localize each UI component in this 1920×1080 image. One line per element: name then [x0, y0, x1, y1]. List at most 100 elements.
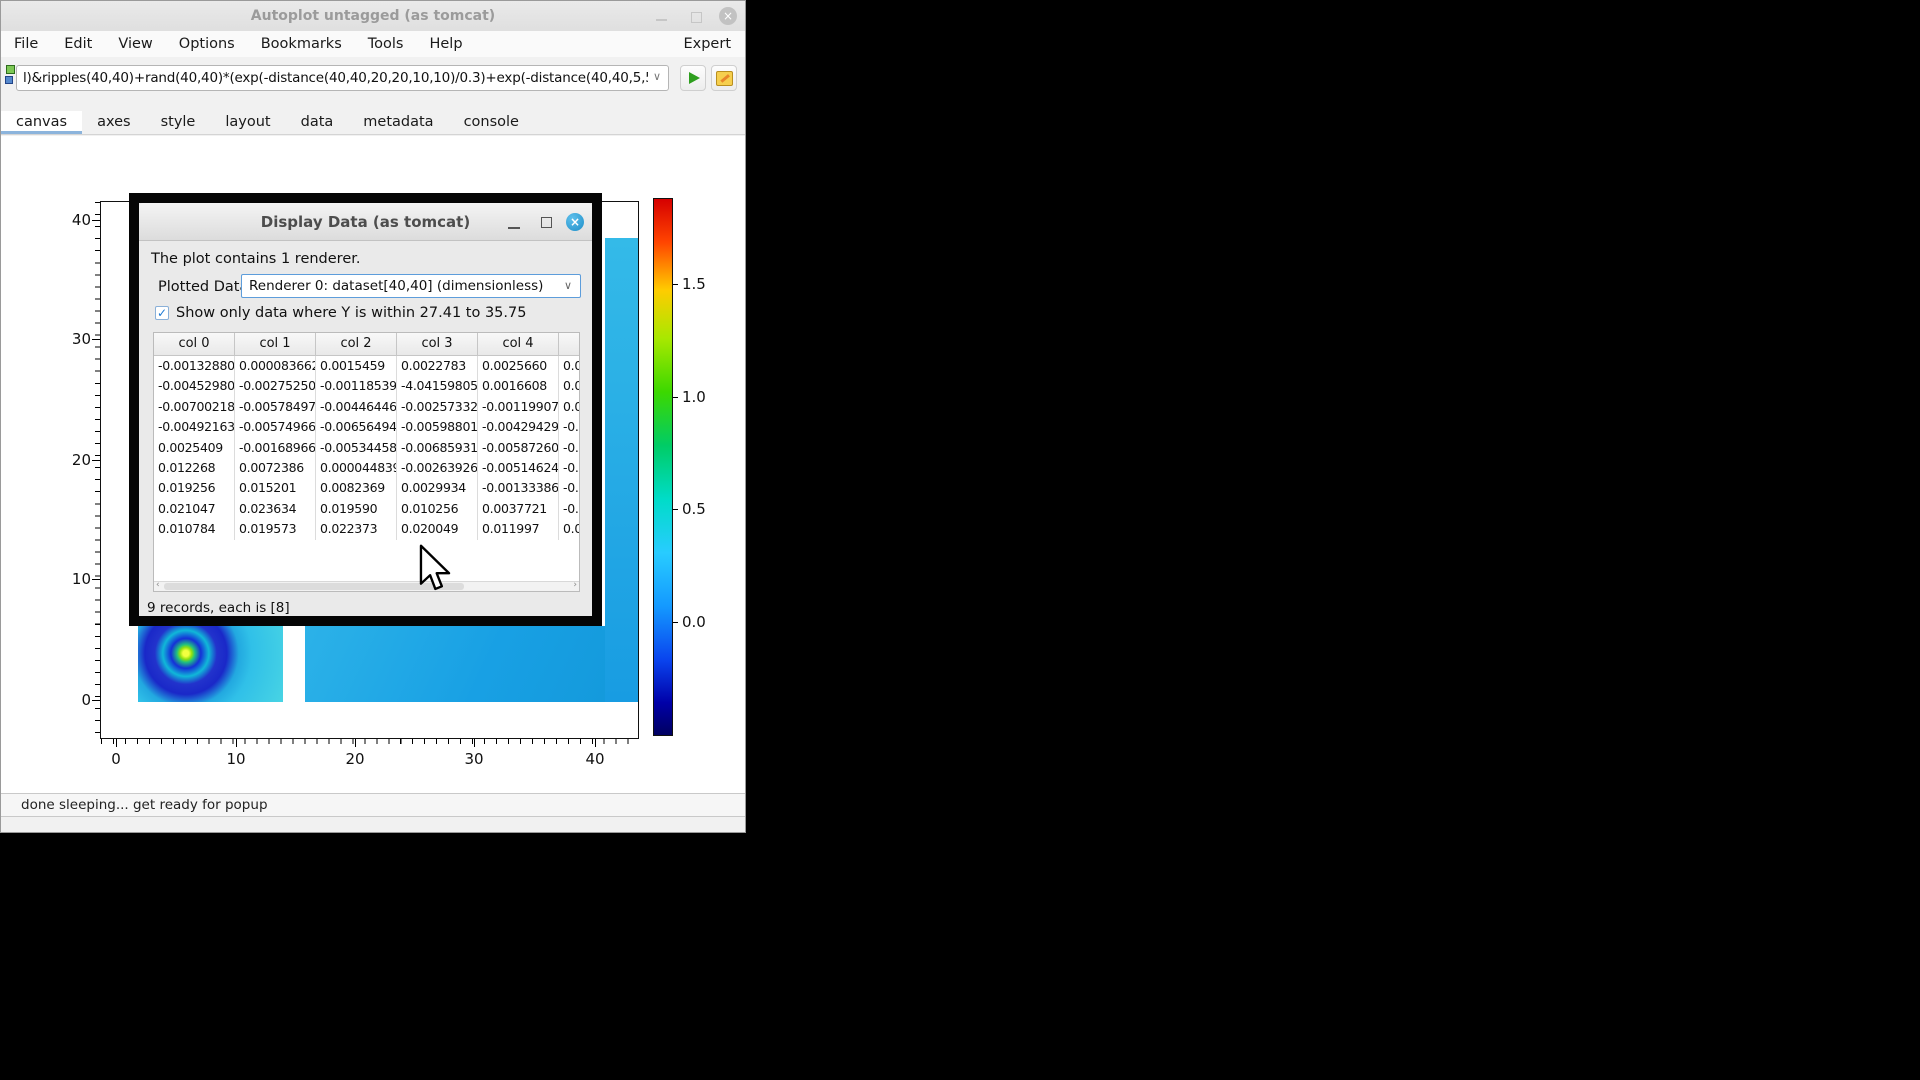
- table-row: 0.0210470.0236340.0195900.0102560.003772…: [154, 499, 579, 519]
- renderer-count-text: The plot contains 1 renderer.: [151, 251, 360, 267]
- x-tick-label: 0: [94, 750, 138, 768]
- menu-item-tools[interactable]: Tools: [355, 31, 417, 57]
- table-cell: -0.00452980...: [154, 376, 235, 396]
- menu-item-help[interactable]: Help: [416, 31, 475, 57]
- table-cell: 0.0037721: [478, 499, 559, 519]
- tab-canvas[interactable]: canvas: [1, 111, 82, 134]
- table-row: 0.0192560.0152010.00823690.0029934-0.001…: [154, 478, 579, 498]
- x-tick-label: 10: [214, 750, 258, 768]
- table-cell: 0.00: [559, 397, 580, 417]
- table-cell: -0.0: [559, 458, 580, 478]
- plotted-data-label: Plotted Data:: [158, 279, 253, 295]
- table-cell: 0.019573: [235, 519, 316, 539]
- x-major-tick: [355, 739, 356, 747]
- x-axis-minor-ticks: [101, 739, 639, 744]
- y-major-tick: [92, 700, 100, 701]
- uri-input[interactable]: [16, 65, 669, 91]
- inspect-uri-button[interactable]: [711, 65, 737, 91]
- table-cell: -0.00700218...: [154, 397, 235, 417]
- dialog-title: Display Data (as tomcat): [139, 203, 592, 241]
- table-cell: -0.0: [559, 438, 580, 458]
- table-cell: 0.0015459: [316, 356, 397, 376]
- expert-toggle[interactable]: Expert: [683, 31, 731, 57]
- table-cell: 0.019590: [316, 499, 397, 519]
- mouse-cursor-icon: [419, 544, 453, 592]
- scroll-left-icon[interactable]: ‹: [156, 580, 160, 590]
- window-title: Autoplot untagged (as tomcat): [1, 1, 745, 31]
- tab-metadata[interactable]: metadata: [348, 111, 448, 134]
- menu-item-view[interactable]: View: [105, 31, 165, 57]
- filter-checkbox[interactable]: ✓: [155, 306, 169, 320]
- maximize-icon[interactable]: [691, 12, 702, 23]
- colorbar-tick: [673, 622, 678, 623]
- table-cell: -0.00587260...: [478, 438, 559, 458]
- dialog-maximize-icon[interactable]: [541, 217, 552, 228]
- table-column-header-col-4: col 4: [478, 333, 559, 356]
- x-major-tick: [595, 739, 596, 747]
- plotted-data-select[interactable]: Renderer 0: dataset[40,40] (dimensionles…: [241, 274, 581, 298]
- data-table[interactable]: col 0col 1col 2col 3col 4 -0.00132880...…: [153, 332, 580, 592]
- table-cell: 0.000083662: [235, 356, 316, 376]
- menu-item-file[interactable]: File: [1, 31, 51, 57]
- table-cell: -0.00685931...: [397, 438, 478, 458]
- uri-dropdown-icon[interactable]: ∨: [653, 70, 661, 83]
- menu-items: FileEditViewOptionsBookmarksToolsHelp: [1, 31, 476, 57]
- table-cell: -0.0: [559, 499, 580, 519]
- plotted-data-value: Renderer 0: dataset[40,40] (dimensionles…: [249, 278, 543, 294]
- table-row: -0.00132880...0.0000836620.00154590.0022…: [154, 356, 579, 376]
- horizontal-scrollbar[interactable]: ‹ ›: [154, 581, 579, 591]
- tab-console[interactable]: console: [449, 111, 534, 134]
- table-cell: -0.00514624...: [478, 458, 559, 478]
- x-major-tick: [116, 739, 117, 747]
- table-body: -0.00132880...0.0000836620.00154590.0022…: [154, 356, 579, 540]
- table-cell: -0.00132880...: [154, 356, 235, 376]
- y-major-tick: [92, 579, 100, 580]
- tab-style[interactable]: style: [146, 111, 211, 134]
- y-axis-minor-ticks: [95, 202, 100, 739]
- menu-item-edit[interactable]: Edit: [51, 31, 105, 57]
- autoplot-window: Autoplot untagged (as tomcat) × FileEdit…: [0, 0, 746, 833]
- minimize-icon[interactable]: [656, 19, 667, 21]
- x-major-tick: [474, 739, 475, 747]
- colorbar-tick-label: 1.0: [682, 388, 722, 406]
- table-column-header-partial: [559, 333, 580, 356]
- table-cell: 0.020049: [397, 519, 478, 539]
- table-cell: -0.0: [559, 478, 580, 498]
- table-cell: 0.010256: [397, 499, 478, 519]
- close-icon[interactable]: ×: [719, 7, 737, 25]
- tab-axes[interactable]: axes: [82, 111, 146, 134]
- plot-element-indicator-icon[interactable]: [6, 65, 15, 74]
- table-row: 0.0025409-0.00168966...-0.00534458...-0.…: [154, 438, 579, 458]
- table-cell: -0.00429429...: [478, 417, 559, 437]
- table-row: 0.0122680.00723860.000044839-0.00263926.…: [154, 458, 579, 478]
- y-major-tick: [92, 460, 100, 461]
- data-source-indicator-icon[interactable]: [5, 76, 13, 84]
- colorbar-tick-label: 0.0: [682, 613, 722, 631]
- dialog-titlebar[interactable]: Display Data (as tomcat) ×: [139, 203, 592, 241]
- colorbar-tick: [673, 509, 678, 510]
- filter-checkbox-label: Show only data where Y is within 27.41 t…: [176, 305, 596, 321]
- dialog-minimize-icon[interactable]: [508, 227, 520, 229]
- go-button[interactable]: [680, 65, 706, 91]
- menu-item-options[interactable]: Options: [166, 31, 248, 57]
- menu-bar: FileEditViewOptionsBookmarksToolsHelp Ex…: [1, 31, 745, 57]
- y-tick-label: 0: [55, 691, 91, 709]
- tab-layout[interactable]: layout: [210, 111, 285, 134]
- scroll-right-icon[interactable]: ›: [573, 580, 577, 590]
- tab-data[interactable]: data: [286, 111, 349, 134]
- table-cell: 0.0029934: [397, 478, 478, 498]
- table-cell: 0.019256: [154, 478, 235, 498]
- table-cell: 0.011997: [478, 519, 559, 539]
- colorbar-tick: [673, 397, 678, 398]
- table-cell: -0.00118539...: [316, 376, 397, 396]
- table-cell: 0.010784: [154, 519, 235, 539]
- dialog-close-icon[interactable]: ×: [566, 213, 584, 231]
- menu-item-bookmarks[interactable]: Bookmarks: [248, 31, 355, 57]
- table-row: 0.0107840.0195730.0223730.0200490.011997…: [154, 519, 579, 539]
- table-cell: -0.00534458...: [316, 438, 397, 458]
- table-cell: -0.0: [559, 417, 580, 437]
- status-text: done sleeping... get ready for popup: [21, 794, 268, 817]
- x-tick-label: 40: [573, 750, 617, 768]
- x-tick-label: 30: [452, 750, 496, 768]
- table-cell: 0.0072386: [235, 458, 316, 478]
